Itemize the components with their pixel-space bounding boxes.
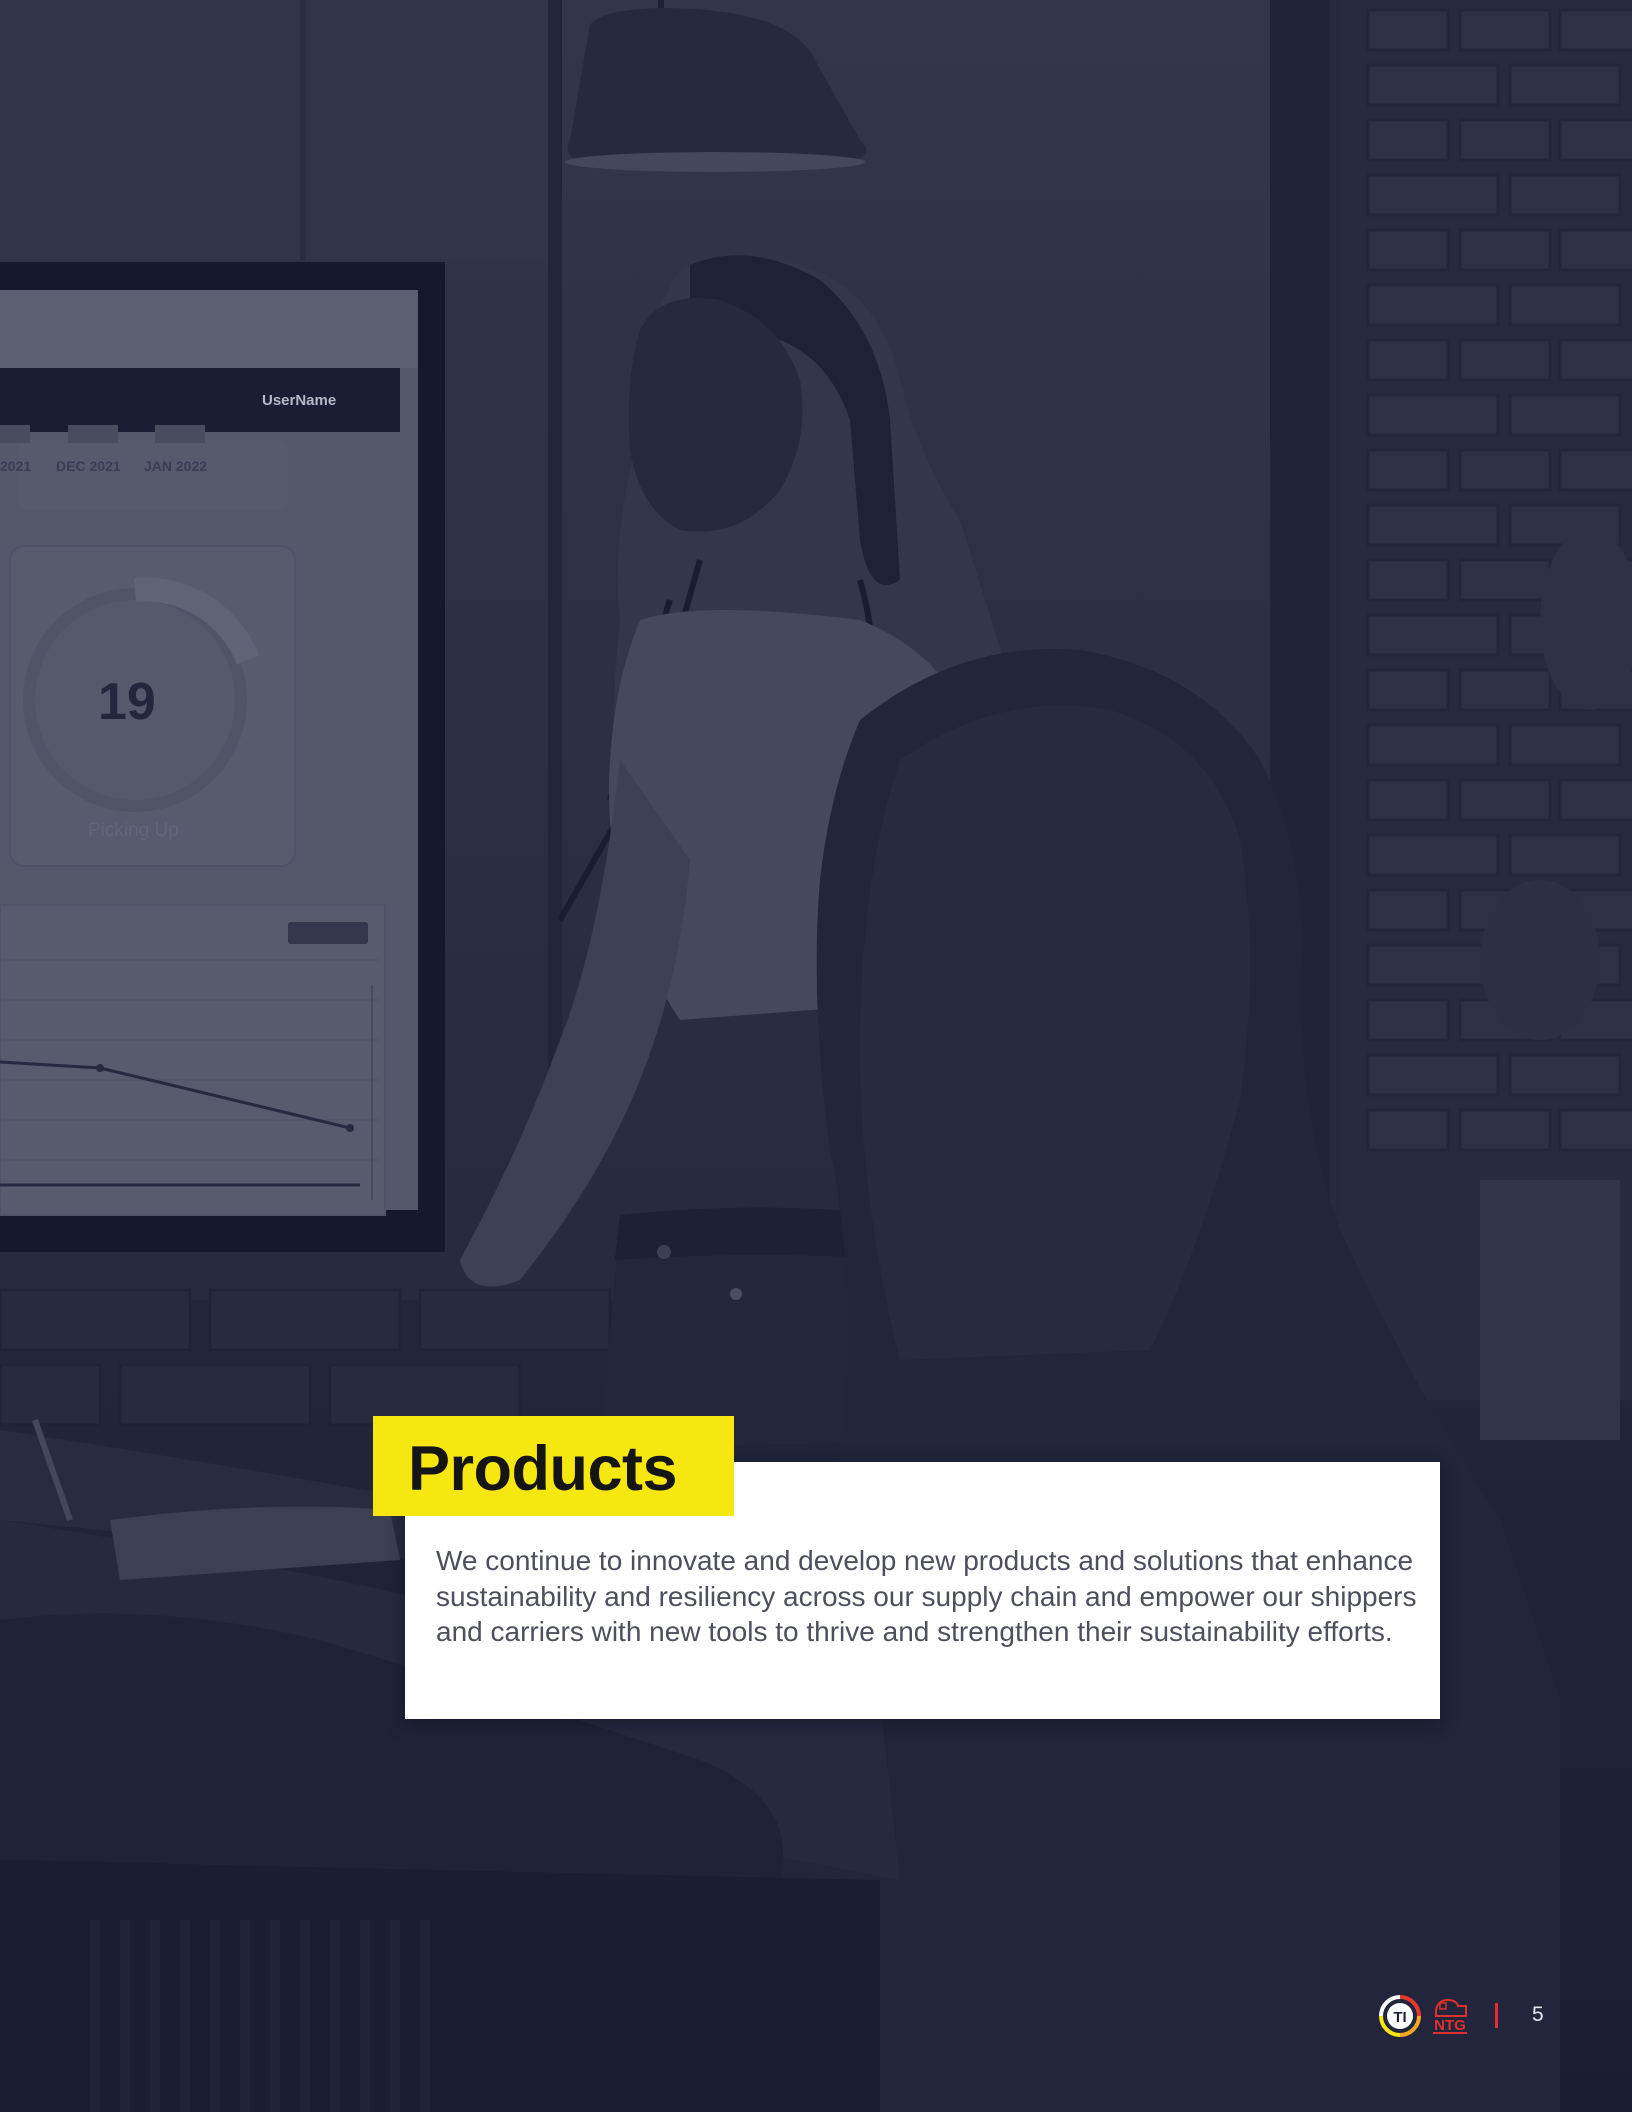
screen-kpi-caption: Picking Up	[88, 820, 179, 841]
page-number: 5	[1532, 2003, 1544, 2026]
screen-username: UserName	[262, 392, 337, 409]
ti-logo-icon: TI	[1379, 1995, 1421, 2037]
screen-kpi-number: 19	[98, 673, 156, 731]
ntg-logo-icon: NTG	[1433, 1998, 1467, 2034]
section-title: Products	[408, 1434, 678, 1504]
page-footer: TI NTG 5	[1376, 1992, 1556, 2042]
background-photo	[0, 0, 1632, 2112]
footer-divider	[1495, 2003, 1498, 2028]
ti-logo-text: TI	[1393, 2009, 1406, 2026]
screen-month-label: DEC 2021	[56, 458, 121, 474]
screen-month-label: JAN 2022	[144, 458, 208, 474]
screen-month-label: 2021	[0, 458, 32, 474]
section-body: We continue to innovate and develop new …	[436, 1545, 1417, 1647]
section-title-tab: Products	[373, 1416, 734, 1516]
ntg-logo-text: NTG	[1434, 2017, 1466, 2034]
